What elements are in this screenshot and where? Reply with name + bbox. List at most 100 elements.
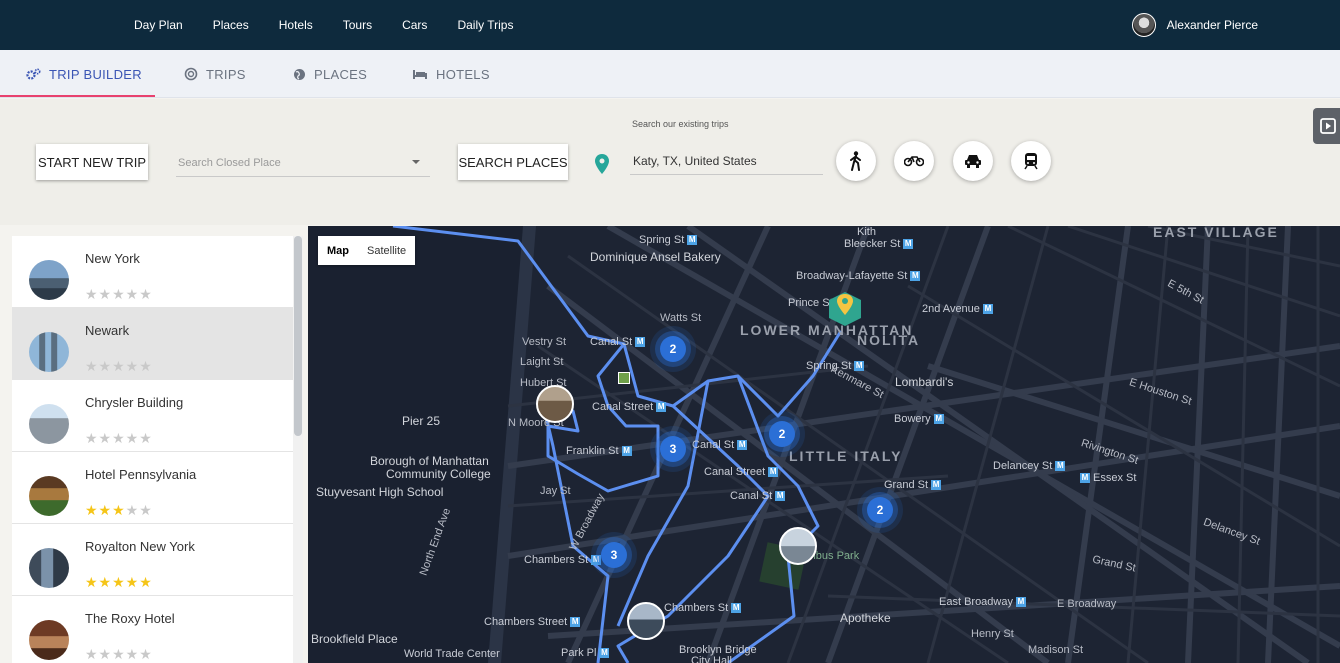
start-new-trip-button[interactable]: START NEW TRIP	[36, 144, 148, 180]
top-nav-bar: Day Plan Places Hotels Tours Cars Daily …	[0, 0, 1340, 50]
poi-label: World Trade Center	[404, 648, 500, 660]
rating-stars: ★★★★★	[85, 502, 153, 518]
square-marker[interactable]	[618, 372, 630, 384]
map-type-map[interactable]: Map	[318, 236, 358, 265]
place-thumbnail	[29, 476, 69, 516]
street-label: Watts St	[660, 312, 702, 324]
active-tab-indicator	[0, 95, 155, 97]
nav-tours[interactable]: Tours	[343, 18, 372, 32]
poi-label: Community College	[386, 467, 491, 481]
nav-hotels[interactable]: Hotels	[279, 18, 313, 32]
nav-cars[interactable]: Cars	[402, 18, 427, 32]
rating-stars: ★★★★★	[85, 646, 153, 662]
train-icon	[1024, 153, 1038, 170]
station-label: East Broadway M	[939, 596, 1026, 608]
place-thumbnail	[29, 260, 69, 300]
closed-place-select[interactable]: Search Closed Place	[176, 149, 430, 177]
place-name: New York	[85, 251, 140, 266]
map-type-toggle: Map Satellite	[318, 236, 416, 265]
places-list: New York ★★★★★ Newark ★★★★★ Chrysler Bui…	[12, 236, 294, 663]
station-label: Bleecker St M	[844, 238, 914, 250]
nav-day-plan[interactable]: Day Plan	[134, 18, 183, 32]
station-label: Grand St M	[884, 479, 942, 491]
photo-marker[interactable]	[536, 385, 574, 423]
street-label: Vestry St	[522, 336, 567, 348]
nav-daily-trips[interactable]: Daily Trips	[457, 18, 513, 32]
tab-label: TRIP BUILDER	[49, 66, 142, 82]
list-item[interactable]: Newark ★★★★★	[12, 308, 294, 380]
map-cluster[interactable]: 3	[601, 542, 627, 568]
place-name: Chrysler Building	[85, 395, 184, 410]
street-label: Laight St	[520, 356, 564, 368]
street-label: Henry St	[971, 628, 1014, 640]
tab-trips[interactable]: TRIPS	[184, 50, 246, 98]
tab-places[interactable]: PLACES	[293, 50, 367, 98]
station-label: Canal St M	[730, 490, 786, 502]
search-places-button[interactable]: SEARCH PLACES	[458, 144, 568, 180]
place-thumbnail	[29, 620, 69, 660]
poi-label: City Hall	[691, 655, 732, 663]
place-name: Royalton New York	[85, 539, 195, 554]
map-cluster[interactable]: 2	[769, 421, 795, 447]
rating-stars: ★★★★★	[85, 358, 153, 374]
globe-icon	[294, 68, 305, 80]
map-type-satellite[interactable]: Satellite	[358, 236, 415, 265]
trip-toolbar: START NEW TRIP Search Closed Place SEARC…	[0, 99, 1340, 225]
chevron-down-icon	[412, 160, 420, 164]
station-label: Delancey St M	[993, 460, 1066, 472]
map-cluster[interactable]: 2	[867, 497, 893, 523]
area-label: EAST VILLAGE	[1153, 226, 1279, 240]
list-item[interactable]: Royalton New York ★★★★★	[12, 524, 294, 596]
rating-stars: ★★★★★	[85, 574, 153, 590]
station-label: Franklin St M	[566, 445, 632, 457]
location-input[interactable]: Katy, TX, United States	[630, 147, 823, 175]
area-label: LITTLE ITALY	[789, 448, 903, 464]
list-item[interactable]: Hotel Pennsylvania ★★★★★	[12, 452, 294, 524]
bike-icon	[904, 156, 924, 167]
list-item[interactable]: New York ★★★★★	[12, 236, 294, 308]
top-nav: Day Plan Places Hotels Tours Cars Daily …	[134, 0, 543, 50]
rating-stars: ★★★★★	[85, 286, 153, 302]
tab-label: TRIPS	[206, 66, 246, 82]
tab-label: HOTELS	[436, 66, 490, 82]
map-cluster[interactable]: 2	[660, 336, 686, 362]
tab-hotels[interactable]: HOTELS	[412, 50, 490, 98]
station-label: Kith	[857, 226, 876, 238]
street-label: Madison St	[1028, 644, 1084, 656]
list-item[interactable]: Chrysler Building ★★★★★	[12, 380, 294, 452]
car-mode-button[interactable]	[953, 141, 993, 181]
area-label: NOLITA	[857, 332, 921, 348]
tab-label: PLACES	[314, 66, 368, 82]
map-location-pin-icon[interactable]	[826, 288, 864, 328]
user-name: Alexander Pierce	[1166, 18, 1258, 32]
user-menu[interactable]: Alexander Pierce	[1131, 13, 1258, 37]
location-pin-icon	[595, 154, 609, 174]
list-item[interactable]: The Roxy Hotel ★★★★★	[12, 596, 294, 663]
tab-bar: TRIP BUILDER TRIPS PLACES HOTELS	[0, 50, 1340, 98]
life-ring-icon	[184, 67, 198, 81]
station-label: Broadway-Lafayette St M	[796, 270, 921, 282]
map[interactable]: Map Satellite EAST VILLAGE LOWER MANHATT…	[308, 226, 1340, 663]
station-label: M Essex St	[1080, 472, 1137, 484]
tab-trip-builder[interactable]: TRIP BUILDER	[26, 50, 142, 98]
station-label: Chambers Street M	[484, 616, 581, 628]
avatar	[1131, 13, 1156, 37]
list-scrollbar-thumb[interactable]	[294, 236, 302, 436]
poi-label: Brookfield Place	[311, 632, 398, 646]
photo-marker[interactable]	[627, 602, 665, 640]
location-label: Search our existing trips	[632, 119, 729, 129]
station-label: Canal St M	[692, 439, 748, 451]
poi-label: Stuyvesant High School	[316, 485, 444, 499]
station-label: Bowery M	[894, 413, 944, 425]
photo-marker[interactable]	[779, 527, 817, 565]
poi-label: Dominique Ansel Bakery	[590, 250, 721, 264]
nav-places[interactable]: Places	[213, 18, 249, 32]
bike-mode-button[interactable]	[894, 141, 934, 181]
poi-label: Apotheke	[840, 611, 891, 625]
walk-mode-button[interactable]	[836, 141, 876, 181]
station-label: Canal St M	[590, 336, 646, 348]
side-panel-toggle[interactable]	[1313, 108, 1340, 144]
map-cluster[interactable]: 3	[660, 436, 686, 462]
play-icon	[1320, 118, 1336, 134]
train-mode-button[interactable]	[1011, 141, 1051, 181]
